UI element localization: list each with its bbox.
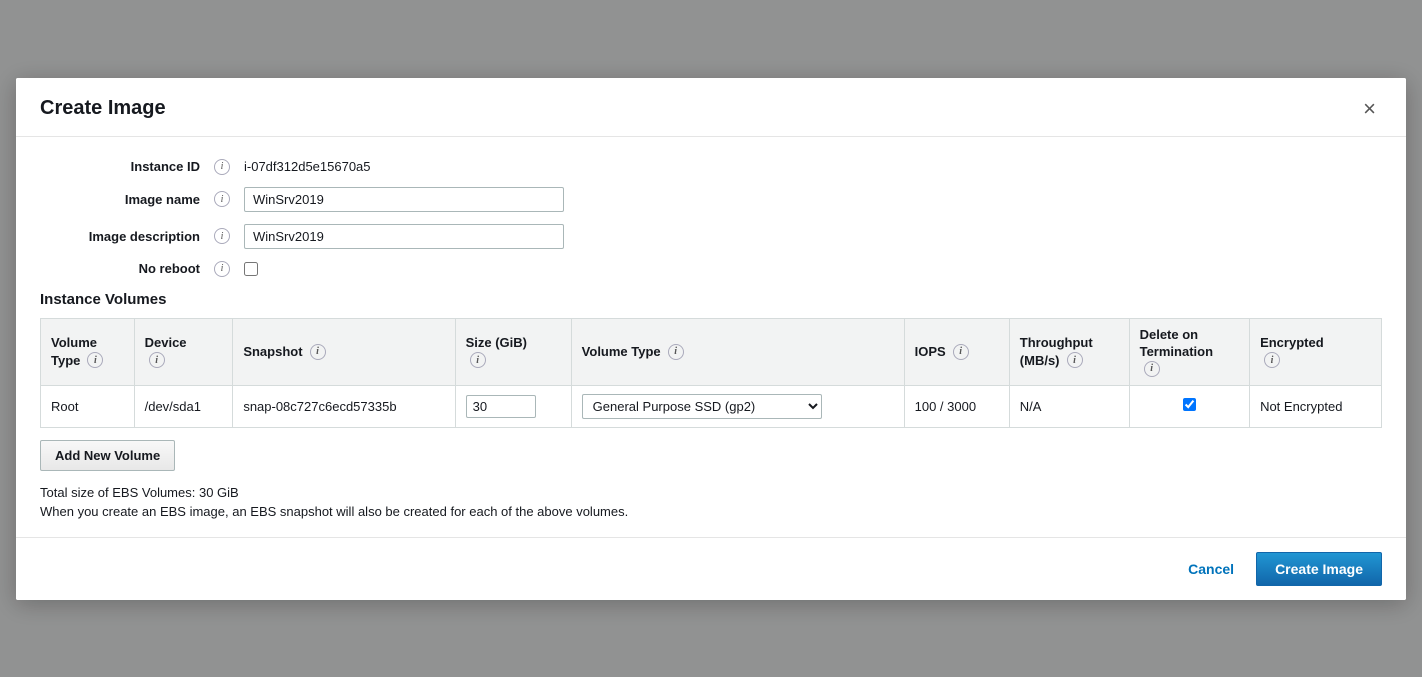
footer-info-line2: When you create an EBS image, an EBS sna… (40, 504, 1382, 519)
modal-body: Instance ID i i-07df312d5e15670a5 Image … (16, 137, 1406, 485)
th-encrypted-label: Encrypted (1260, 335, 1324, 350)
th-delete-on-term: Delete on Termination i (1129, 318, 1249, 385)
th-delete-label2: Termination (1140, 344, 1213, 359)
create-image-button[interactable]: Create Image (1256, 552, 1382, 586)
create-image-modal: Create Image × Instance ID i i-07df312d5… (16, 78, 1406, 600)
th-delete-info-icon: i (1144, 361, 1160, 377)
th-iops-label: IOPS (915, 344, 946, 359)
th-iops: IOPS i (904, 318, 1009, 385)
image-name-row: Image name i (40, 187, 1382, 212)
delete-on-term-checkbox[interactable] (1183, 398, 1196, 411)
image-description-info-icon: i (214, 228, 230, 244)
th-vol-type-col-info-icon: i (668, 344, 684, 360)
instance-id-row: Instance ID i i-07df312d5e15670a5 (40, 159, 1382, 175)
instance-volumes-section: Instance Volumes Volume Type (40, 291, 1382, 485)
footer-info-line1: Total size of EBS Volumes: 30 GiB (40, 485, 1382, 500)
vol-type-select[interactable]: General Purpose SSD (gp2)General Purpose… (582, 394, 822, 419)
table-row: Root/dev/sda1snap-08c727c6ecd57335b Gener… (41, 385, 1382, 427)
th-throughput-label2: (MB/s) (1020, 353, 1060, 368)
th-vol-type-col-label: Volume Type (582, 344, 661, 359)
form-section: Instance ID i i-07df312d5e15670a5 Image … (40, 159, 1382, 277)
th-delete-label1: Delete on (1140, 327, 1199, 342)
th-vol-type-info-icon: i (87, 352, 103, 368)
th-throughput: Throughput (MB/s) i (1009, 318, 1129, 385)
th-snapshot: Snapshot i (233, 318, 455, 385)
image-description-input[interactable] (244, 224, 564, 249)
th-encrypted-info-icon: i (1264, 352, 1280, 368)
th-device: Device i (134, 318, 233, 385)
image-description-label: Image description (40, 229, 210, 244)
close-button[interactable]: × (1357, 96, 1382, 122)
th-volume-type: Volume Type i (41, 318, 135, 385)
cell-snapshot: snap-08c727c6ecd57335b (233, 385, 455, 427)
th-device-label: Device (145, 335, 187, 350)
cell-throughput: N/A (1009, 385, 1129, 427)
cell-device: /dev/sda1 (134, 385, 233, 427)
th-vol-type-col: Volume Type i (571, 318, 904, 385)
th-snapshot-info-icon: i (310, 344, 326, 360)
no-reboot-checkbox[interactable] (244, 262, 258, 276)
cancel-button[interactable]: Cancel (1178, 555, 1244, 583)
image-name-label: Image name (40, 192, 210, 207)
cell-encrypted: Not Encrypted (1250, 385, 1382, 427)
th-snapshot-label: Snapshot (243, 344, 302, 359)
instance-id-label: Instance ID (40, 159, 210, 174)
th-vol-label1: Volume (51, 335, 97, 350)
image-name-info-icon: i (214, 191, 230, 207)
th-throughput-info-icon: i (1067, 352, 1083, 368)
no-reboot-label: No reboot (40, 261, 210, 276)
instance-id-value: i-07df312d5e15670a5 (244, 159, 371, 174)
cell-vol-type-select[interactable]: General Purpose SSD (gp2)General Purpose… (571, 385, 904, 427)
modal-footer: Cancel Create Image (16, 537, 1406, 600)
volumes-table: Volume Type i (40, 318, 1382, 428)
no-reboot-info-icon: i (214, 261, 230, 277)
modal-header: Create Image × (16, 78, 1406, 137)
modal-overlay: Create Image × Instance ID i i-07df312d5… (0, 0, 1422, 677)
image-name-input[interactable] (244, 187, 564, 212)
th-size-info-icon: i (470, 352, 486, 368)
table-header-row: Volume Type i (41, 318, 1382, 385)
add-volume-button[interactable]: Add New Volume (40, 440, 175, 471)
th-device-info-icon: i (149, 352, 165, 368)
cell-iops: 100 / 3000 (904, 385, 1009, 427)
th-size: Size (GiB) i (455, 318, 571, 385)
th-throughput-label1: Throughput (1020, 335, 1093, 350)
image-description-row: Image description i (40, 224, 1382, 249)
cell-vol-type: Root (41, 385, 135, 427)
instance-id-info-icon: i (214, 159, 230, 175)
modal-title: Create Image (40, 97, 166, 120)
no-reboot-row: No reboot i (40, 261, 1382, 277)
footer-info: Total size of EBS Volumes: 30 GiB When y… (16, 485, 1406, 537)
instance-volumes-title: Instance Volumes (40, 291, 1382, 308)
th-iops-info-icon: i (953, 344, 969, 360)
cell-size[interactable] (455, 385, 571, 427)
th-encrypted: Encrypted i (1250, 318, 1382, 385)
size-input[interactable] (466, 395, 536, 418)
cell-delete-on-term[interactable] (1129, 385, 1249, 427)
th-vol-label2: Type (51, 353, 80, 368)
th-size-label: Size (GiB) (466, 335, 527, 350)
